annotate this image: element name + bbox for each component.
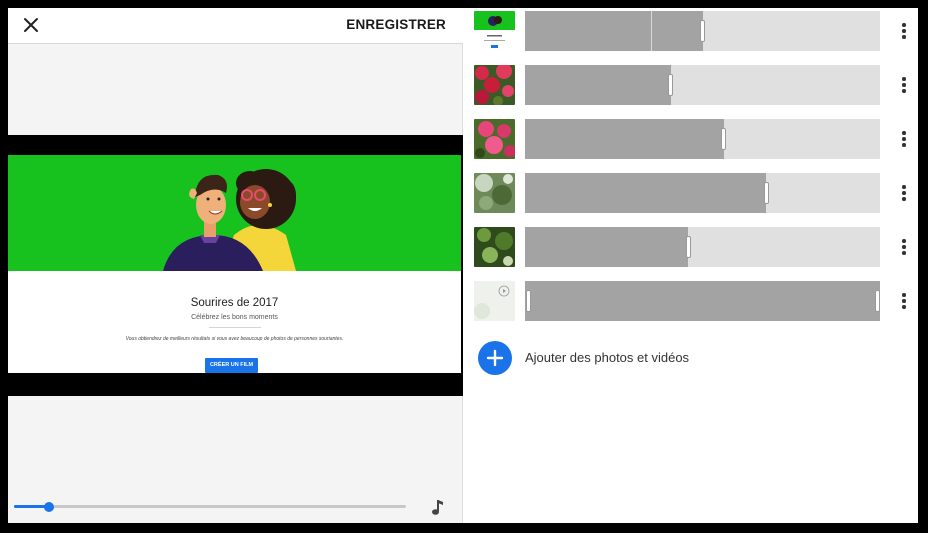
trim-end-handle[interactable] <box>763 182 769 204</box>
clip-row <box>464 172 918 214</box>
close-icon <box>24 18 38 32</box>
preview-title: Sourires de 2017 <box>190 297 279 309</box>
seek-bar-knob[interactable] <box>44 501 55 512</box>
video-preview[interactable]: Sourires de 2017 Célébrez les bons momen… <box>8 135 463 396</box>
music-button[interactable] <box>430 498 446 516</box>
clip-duration-fill <box>525 11 703 51</box>
create-movie-button[interactable]: CRÉER UN FILM <box>205 358 258 373</box>
preview-card: Sourires de 2017 Célébrez les bons momen… <box>8 155 461 373</box>
trim-end-handle[interactable] <box>700 20 705 42</box>
trim-start-handle[interactable] <box>525 290 531 312</box>
hero-illustration <box>8 155 461 271</box>
clip-trim-bar[interactable] <box>525 281 880 321</box>
save-button[interactable]: ENREGISTRER <box>346 17 446 32</box>
clip-row <box>464 10 918 52</box>
more-options-button[interactable] <box>902 23 906 39</box>
trim-end-handle[interactable] <box>668 74 674 96</box>
preview-description: Vous obtiendrez de meilleurs résultats s… <box>125 336 344 342</box>
divider <box>209 327 261 328</box>
more-options-button[interactable] <box>902 77 906 93</box>
movie-editor: ENREGISTRER Sourires de 2017 Célébrez le… <box>8 8 918 523</box>
preview-pane: ENREGISTRER Sourires de 2017 Célébrez le… <box>8 8 463 523</box>
add-media-label: Ajouter des photos et vidéos <box>525 350 690 365</box>
clip-duration-fill <box>525 65 671 105</box>
video-thumbnail[interactable] <box>474 281 515 321</box>
seek-bar[interactable] <box>14 501 406 512</box>
green-foliage-thumbnail[interactable] <box>474 227 515 267</box>
trim-end-handle[interactable] <box>685 236 691 258</box>
clip-row <box>464 118 918 160</box>
clip-trim-bar[interactable] <box>525 119 880 159</box>
smiling-couple-illustration <box>163 169 296 271</box>
music-note-icon <box>432 500 443 515</box>
title-card-thumbnail[interactable] <box>474 11 515 51</box>
add-media-button[interactable]: Ajouter des photos et vidéos <box>478 341 778 375</box>
clip-trim-bar[interactable] <box>525 11 880 51</box>
clip-row <box>464 280 918 322</box>
clip-list: Ajouter des photos et vidéos <box>464 8 918 523</box>
foliage-light-thumbnail[interactable] <box>474 173 515 213</box>
clip-trim-bar[interactable] <box>525 173 880 213</box>
more-options-button[interactable] <box>902 131 906 147</box>
red-flowers-thumbnail[interactable] <box>474 65 515 105</box>
clip-row <box>464 64 918 106</box>
more-options-button[interactable] <box>902 239 906 255</box>
clip-duration-fill <box>525 173 767 213</box>
clip-trim-bar[interactable] <box>525 227 880 267</box>
add-fab[interactable] <box>478 341 512 375</box>
trim-end-handle[interactable] <box>874 290 880 312</box>
close-button[interactable] <box>20 14 42 36</box>
more-options-button[interactable] <box>902 293 906 309</box>
pink-flowers-thumbnail[interactable] <box>474 119 515 159</box>
clip-duration-fill <box>525 119 724 159</box>
plus-icon <box>486 349 504 367</box>
split-marker <box>651 11 652 51</box>
clip-duration-fill <box>525 227 689 267</box>
clip-duration-fill <box>525 281 880 321</box>
clip-row <box>464 226 918 268</box>
preview-subtitle: Célébrez les bons moments <box>191 314 278 321</box>
top-toolbar: ENREGISTRER <box>8 8 463 44</box>
more-options-button[interactable] <box>902 185 906 201</box>
clip-trim-bar[interactable] <box>525 65 880 105</box>
trim-end-handle[interactable] <box>721 128 727 150</box>
